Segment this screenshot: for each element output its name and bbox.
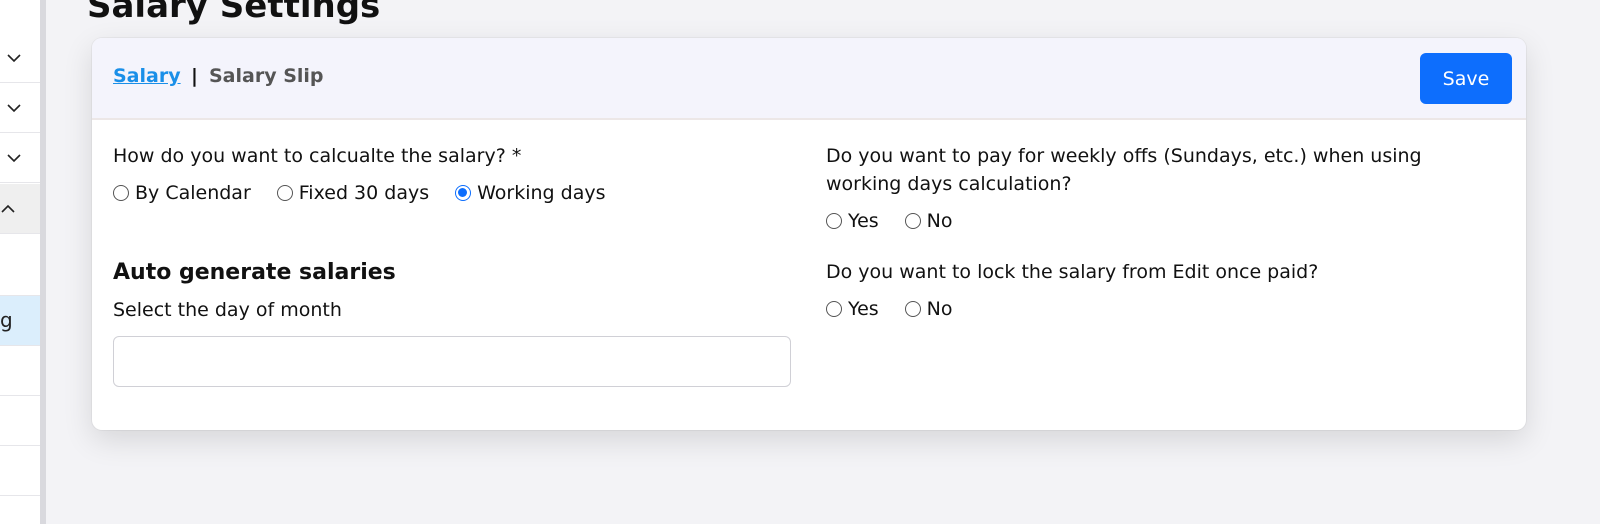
sidebar-subitem[interactable] [0,446,40,496]
card-header: Salary | Salary Slip Save [92,38,1526,120]
page-title: Salary Settings [87,0,381,26]
radio-button[interactable] [826,301,842,317]
radio-label: No [926,298,953,320]
sidebar-item[interactable] [0,33,40,83]
radio-option-fixed-30-days[interactable]: Fixed 30 days [276,182,430,204]
chevron-up-icon [1,204,15,213]
day-of-month-input[interactable] [113,336,791,387]
sidebar-item-label: g [0,308,13,332]
radio-option-working-days[interactable]: Working days [455,182,606,204]
sidebar: g [0,0,46,524]
sidebar-item-expanded[interactable] [0,184,40,234]
salary-settings-card: Salary | Salary Slip Save How do you wan… [92,38,1526,430]
radio-label: Working days [477,182,606,204]
sidebar-subitem[interactable] [0,396,40,446]
calc-method-options: By Calendar Fixed 30 days Working days [113,182,632,204]
radio-button[interactable] [904,213,921,229]
radio-button[interactable] [113,185,129,201]
sidebar-subitem[interactable] [0,234,40,296]
chevron-down-icon [7,104,21,113]
sidebar-item[interactable] [0,83,40,133]
sidebar-item[interactable] [0,133,40,183]
sidebar-subitem-active[interactable]: g [0,296,40,346]
tab-salary[interactable]: Salary [113,65,181,87]
tab-salary-slip[interactable]: Salary Slip [209,65,324,87]
radio-option-no[interactable]: No [904,210,953,232]
radio-option-yes[interactable]: Yes [826,210,879,232]
radio-label: No [926,210,953,232]
chevron-down-icon [7,54,21,63]
radio-button[interactable] [826,213,842,229]
radio-button[interactable] [904,301,921,317]
radio-label: Yes [848,210,879,232]
radio-label: Yes [848,298,879,320]
save-button[interactable]: Save [1420,53,1512,104]
radio-label: By Calendar [135,182,251,204]
tab-separator: | [191,65,198,87]
radio-button-selected[interactable] [455,185,472,201]
lock-salary-options: Yes No [826,298,979,320]
radio-button[interactable] [276,185,293,201]
lock-salary-question: Do you want to lock the salary from Edit… [826,261,1319,283]
day-of-month-label: Select the day of month [113,299,342,321]
auto-generate-title: Auto generate salaries [113,260,396,285]
weekly-offs-options: Yes No [826,210,979,232]
radio-option-no[interactable]: No [904,298,953,320]
weekly-offs-question: Do you want to pay for weekly offs (Sund… [826,145,1422,195]
radio-label: Fixed 30 days [298,182,430,204]
sidebar-subitem[interactable] [0,346,40,396]
chevron-down-icon [7,154,21,163]
radio-option-by-calendar[interactable]: By Calendar [113,182,251,204]
radio-option-yes[interactable]: Yes [826,298,879,320]
calc-method-question: How do you want to calcualte the salary?… [113,145,522,167]
